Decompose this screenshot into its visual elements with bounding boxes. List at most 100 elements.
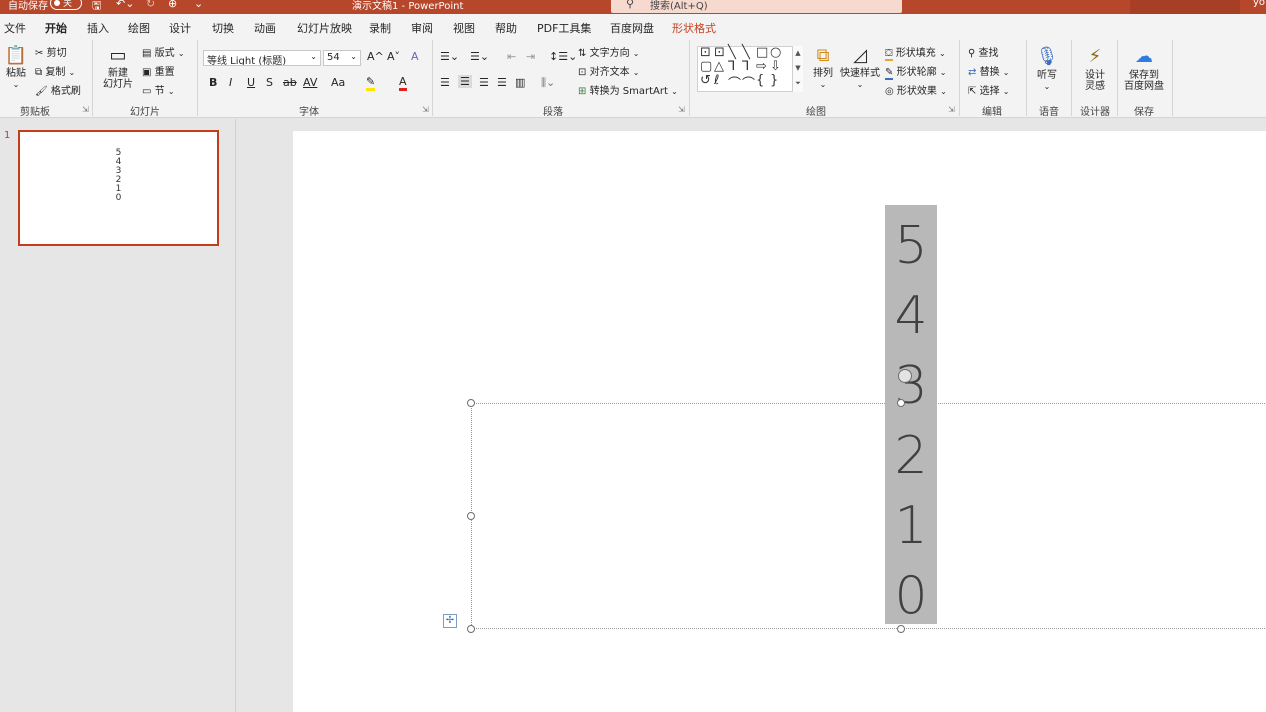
font-launcher-icon[interactable]: ⇲ xyxy=(422,105,429,114)
tab-review[interactable]: 审阅 xyxy=(411,20,433,36)
user-initial[interactable]: yo xyxy=(1253,0,1265,8)
resize-handle[interactable] xyxy=(467,512,475,520)
design-ideas-button[interactable]: ⚡ 设计 灵感 xyxy=(1078,44,1112,92)
layout-options-icon[interactable]: ✢ xyxy=(443,614,457,628)
autosave-toggle[interactable]: 关 xyxy=(50,0,82,10)
oval-shape-icon[interactable]: ○ xyxy=(770,45,781,60)
triangle-shape-icon[interactable]: △ xyxy=(714,59,724,74)
tab-transitions[interactable]: 切换 xyxy=(212,20,234,36)
align-right-icon[interactable]: ☰ xyxy=(479,76,489,89)
gallery-scroll-up-icon[interactable]: ▲ xyxy=(793,46,803,61)
rectangle-shape-icon[interactable]: □ xyxy=(756,45,768,60)
paragraph-launcher-icon[interactable]: ⇲ xyxy=(678,105,685,114)
arrow-line-shape-icon[interactable]: ╲ xyxy=(742,45,750,60)
resize-handle[interactable] xyxy=(897,399,905,407)
shape-fill-button[interactable]: ⛋ 形状填充 ⌄ xyxy=(885,44,946,61)
tab-baidu-netdisk[interactable]: 百度网盘 xyxy=(610,20,654,36)
gallery-scroll-down-icon[interactable]: ▼ xyxy=(793,61,803,76)
increase-indent-icon[interactable]: ⇥ xyxy=(526,50,535,63)
slide[interactable]: 5 4 3 2 1 0 ✢ xyxy=(293,131,1266,712)
font-name-select[interactable]: 等线 Light (标题) ⌄ xyxy=(203,50,321,66)
tab-home[interactable]: 开始 xyxy=(45,20,67,41)
freeform-shape-icon[interactable]: ↺ xyxy=(700,73,711,88)
right-brace-shape-icon[interactable]: } xyxy=(770,73,778,88)
font-color-button[interactable]: A xyxy=(399,76,407,91)
tab-design[interactable]: 设计 xyxy=(169,20,191,36)
scribble-shape-icon[interactable]: ℓ xyxy=(714,73,719,88)
rotate-handle-icon[interactable] xyxy=(898,369,912,383)
gallery-more-icon[interactable]: ⏷ xyxy=(793,76,803,91)
columns-icon[interactable]: ⫼⌄ xyxy=(541,76,555,90)
text-box-shape-icon[interactable]: ⊡ xyxy=(700,45,711,60)
decrease-indent-icon[interactable]: ⇤ xyxy=(507,50,516,63)
replace-button[interactable]: ⇄ 替换 ⌄ xyxy=(968,63,1009,78)
resize-handle[interactable] xyxy=(897,625,905,633)
strikethrough-button[interactable]: ab xyxy=(283,76,297,89)
clear-formatting-button[interactable]: A xyxy=(411,50,419,63)
line-shape-icon[interactable]: ╲ xyxy=(728,45,736,60)
redo-icon[interactable]: ↻ xyxy=(146,0,155,10)
highlight-color-icon[interactable]: ✎ xyxy=(366,76,376,91)
new-slide-button[interactable]: ▭ 新建 幻灯片 xyxy=(99,44,137,90)
tab-draw[interactable]: 绘图 xyxy=(128,20,150,36)
gallery-scroll[interactable]: ▲ ▼ ⏷ xyxy=(792,46,803,92)
format-painter-button[interactable]: 🖌 格式刷 xyxy=(35,82,81,97)
shape-effects-button[interactable]: ◎ 形状效果 ⌄ xyxy=(885,82,947,97)
dictate-button[interactable]: 🎙 听写 ⌄ xyxy=(1032,44,1062,92)
font-size-select[interactable]: 54 ⌄ xyxy=(323,50,361,66)
grow-font-button[interactable]: A^ xyxy=(367,50,384,63)
character-spacing-button[interactable]: AV xyxy=(303,76,317,89)
distributed-icon[interactable]: ▥ xyxy=(515,76,525,89)
left-brace-shape-icon[interactable]: { xyxy=(756,73,764,88)
arrange-button[interactable]: ⧉ 排列 ⌄ xyxy=(810,44,836,90)
tab-slideshow[interactable]: 幻灯片放映 xyxy=(297,20,352,36)
paste-button[interactable]: 📋 粘贴 ⌄ xyxy=(4,44,28,90)
smartart-button[interactable]: ⊞ 转换为 SmartArt ⌄ xyxy=(578,82,678,97)
find-button[interactable]: ⚲ 查找 xyxy=(968,44,999,59)
elbow-connector-shape-icon[interactable]: ⅂ xyxy=(728,59,735,74)
align-center-icon[interactable]: ☰ xyxy=(458,75,472,88)
align-text-button[interactable]: ⊡ 对齐文本 ⌄ xyxy=(578,63,639,78)
account-area[interactable] xyxy=(1130,0,1240,14)
numbering-icon[interactable]: ☰⌄ xyxy=(470,50,489,63)
shadow-button[interactable]: S xyxy=(266,76,273,89)
tab-pdf-tools[interactable]: PDF工具集 xyxy=(537,20,591,36)
text-direction-button[interactable]: ⇅ 文字方向 ⌄ xyxy=(578,44,639,59)
quick-styles-button[interactable]: ◿ 快速样式 ⌄ xyxy=(840,44,880,90)
slide-thumbnail[interactable]: 5 4 3 2 1 0 xyxy=(18,130,219,246)
down-arrow-shape-icon[interactable]: ⇩ xyxy=(770,59,781,74)
resize-handle[interactable] xyxy=(467,625,475,633)
arc-shape-icon[interactable]: ⌒ xyxy=(728,73,741,92)
copy-button[interactable]: ⧉ 复制 ⌄ xyxy=(35,63,75,78)
select-button[interactable]: ⇱ 选择 ⌄ xyxy=(968,82,1009,97)
tab-file[interactable]: 文件 xyxy=(4,20,26,36)
drawing-launcher-icon[interactable]: ⇲ xyxy=(948,105,955,114)
cut-button[interactable]: ✂ 剪切 xyxy=(35,44,67,59)
align-left-icon[interactable]: ☰ xyxy=(440,76,450,89)
start-from-beginning-icon[interactable]: ⊕ xyxy=(168,0,177,10)
line-spacing-icon[interactable]: ↕☰⌄ xyxy=(549,50,577,63)
customize-qat-icon[interactable]: ⌄ xyxy=(194,0,203,10)
tab-insert[interactable]: 插入 xyxy=(87,20,109,36)
shrink-font-button[interactable]: A˅ xyxy=(387,50,400,63)
rounded-rectangle-shape-icon[interactable]: ▢ xyxy=(700,59,712,74)
layout-button[interactable]: ▤ 版式 ⌄ xyxy=(142,44,185,59)
section-button[interactable]: ▭ 节 ⌄ xyxy=(142,82,175,97)
search-box[interactable]: ⚲ 搜索(Alt+Q) xyxy=(611,0,902,13)
change-case-button[interactable]: Aa xyxy=(331,76,345,89)
tab-view[interactable]: 视图 xyxy=(453,20,475,36)
justify-icon[interactable]: ☰ xyxy=(497,76,507,89)
elbow-arrow-shape-icon[interactable]: ⅂ xyxy=(742,59,749,74)
text-placeholder-selection[interactable] xyxy=(471,403,1266,629)
italic-button[interactable]: I xyxy=(229,76,232,89)
save-icon[interactable]: 🖫 xyxy=(92,0,101,14)
undo-icon[interactable]: ↶⌄ xyxy=(116,0,134,10)
save-to-baidu-button[interactable]: ☁ 保存到 百度网盘 xyxy=(1122,44,1166,92)
tab-animations[interactable]: 动画 xyxy=(254,20,276,36)
resize-handle[interactable] xyxy=(467,399,475,407)
bullets-icon[interactable]: ☰⌄ xyxy=(440,50,459,63)
vertical-text-box-shape-icon[interactable]: ⊡ xyxy=(714,45,725,60)
bold-button[interactable]: B xyxy=(209,76,217,89)
shapes-gallery[interactable]: ⊡ ⊡ ╲ ╲ □ ○ ▢ △ ⅂ ⅂ ⇨ ⇩ ↺ ℓ ⌒ ⌒ { } xyxy=(697,45,803,92)
tab-record[interactable]: 录制 xyxy=(369,20,391,36)
